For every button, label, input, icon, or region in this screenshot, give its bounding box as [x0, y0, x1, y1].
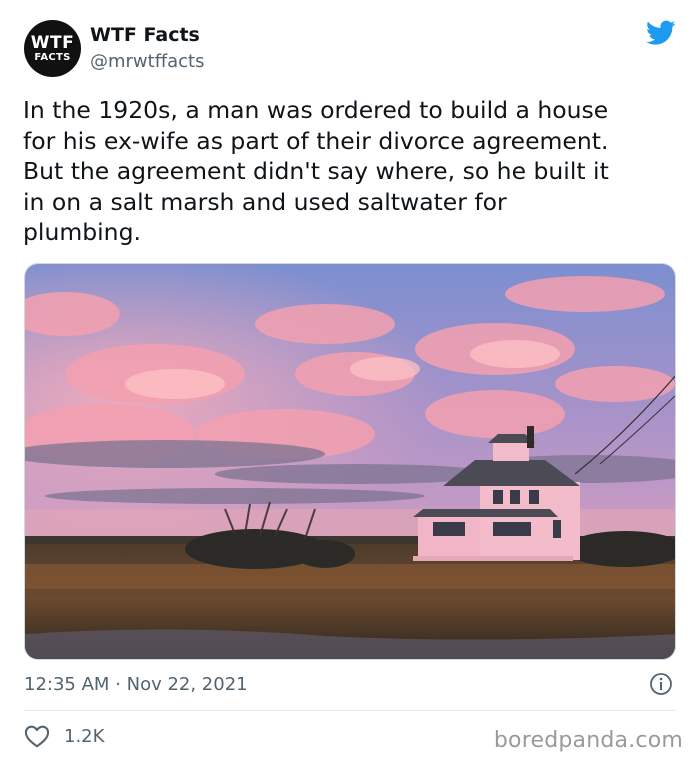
like-count: 1.2K	[64, 725, 105, 747]
info-icon[interactable]	[649, 672, 673, 696]
like-action[interactable]: 1.2K	[24, 724, 104, 748]
tweet-header: WTF FACTS WTF Facts @mrwtffacts	[24, 20, 676, 80]
user-handle[interactable]: @mrwtffacts	[90, 51, 204, 72]
avatar[interactable]: WTF FACTS	[24, 20, 81, 77]
photo-pink-house-salt-marsh	[25, 264, 675, 659]
watermark: boredpanda.com	[493, 728, 683, 753]
tweet-text: In the 1920s, a man was ordered to build…	[23, 96, 609, 246]
display-name[interactable]: WTF Facts	[90, 24, 200, 46]
twitter-bird-icon[interactable]	[646, 20, 676, 46]
divider	[24, 710, 676, 711]
avatar-text-wtf: WTF	[30, 32, 75, 53]
tweet-photo[interactable]	[24, 263, 676, 660]
avatar-text-facts: FACTS	[34, 51, 71, 63]
tweet-timestamp[interactable]: 12:35 AM · Nov 22, 2021	[24, 674, 248, 695]
heart-icon[interactable]	[24, 724, 50, 748]
